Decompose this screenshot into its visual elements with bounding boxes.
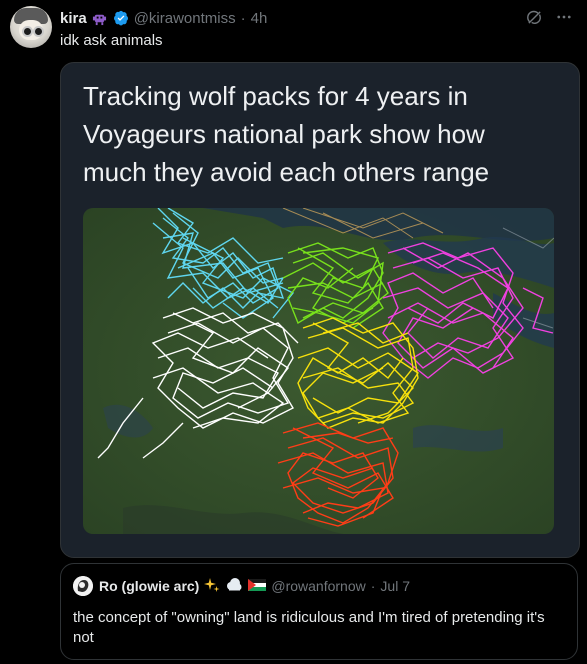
post-time[interactable]: 4h (251, 10, 268, 27)
quoted-author-name[interactable]: Ro (glowie arc) (99, 578, 199, 594)
grok-icon[interactable] (525, 8, 543, 26)
quoted-post-text: the concept of "owning" land is ridiculo… (73, 609, 545, 646)
post-actions-top (525, 8, 573, 26)
quoted-post[interactable]: Ro (glowie arc) @rowanfornow · Jul 7 the… (60, 563, 578, 660)
quoted-post-time[interactable]: Jul 7 (380, 578, 410, 594)
quoted-author-avatar[interactable] (73, 576, 93, 596)
media-caption: Tracking wolf packs for 4 years in Voyag… (83, 81, 490, 187)
wolf-territory-map (83, 208, 554, 534)
author-handle[interactable]: @kirawontmiss (134, 10, 236, 27)
palestine-flag-emoji-icon (248, 578, 267, 594)
post-header: kira @kirawontmiss · 4h (60, 9, 267, 27)
alien-emoji-icon (92, 10, 108, 26)
post-media-image[interactable]: Tracking wolf packs for 4 years in Voyag… (60, 62, 580, 558)
quoted-separator-dot: · (370, 578, 376, 594)
cloud-emoji-icon (225, 577, 243, 596)
sparkles-emoji-icon (204, 577, 220, 596)
separator-dot: · (240, 9, 246, 27)
more-options-icon[interactable] (555, 8, 573, 26)
quoted-post-header: Ro (glowie arc) @rowanfornow · Jul 7 (99, 576, 410, 596)
author-avatar[interactable] (10, 6, 52, 48)
quoted-author-handle[interactable]: @rowanfornow (271, 578, 365, 594)
verified-badge-icon (113, 10, 129, 26)
author-name[interactable]: kira (60, 10, 87, 27)
post-text: idk ask animals (60, 32, 163, 49)
